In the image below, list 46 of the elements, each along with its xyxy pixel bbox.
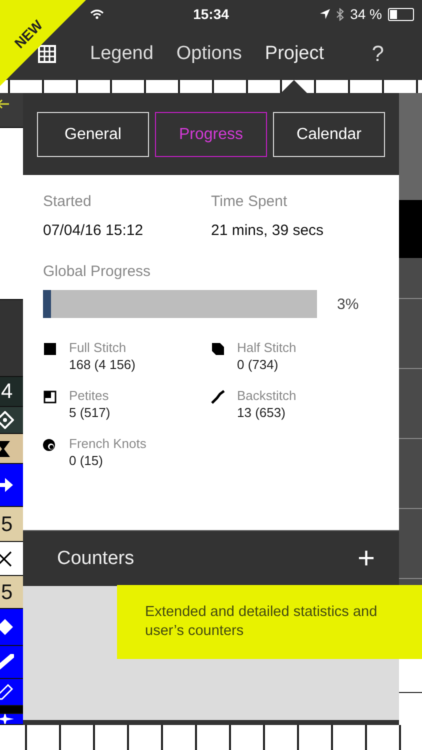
help-button[interactable]: ?: [372, 41, 384, 67]
tab[interactable]: Calendar: [273, 112, 385, 157]
knot-icon: [43, 438, 57, 452]
symbol-label: 5: [1, 514, 13, 534]
add-button[interactable]: +: [357, 542, 375, 576]
status-time: 15:34: [193, 6, 229, 22]
stitch-name: Full Stitch: [69, 340, 128, 355]
stitch-count: 13 (653): [237, 405, 286, 420]
stitch-count: 0 (15): [69, 453, 104, 468]
square-icon: [43, 342, 57, 356]
octagon-icon: [211, 342, 225, 356]
diamond-icon: [0, 411, 14, 429]
wifi-icon: [90, 9, 104, 19]
callout-text: Extended and detailed statistics and user’s counters: [145, 603, 378, 641]
diamond-icon: [0, 618, 14, 636]
battery-icon: [388, 8, 414, 20]
field-label: Global Progress: [43, 263, 152, 280]
pencil-icon: [0, 683, 14, 701]
field-label: Started: [43, 193, 92, 210]
stroke-icon: [211, 390, 225, 404]
bluetooth-icon: [336, 8, 344, 20]
field-value: 21 mins, 39 secs: [211, 222, 325, 239]
stitch-name: Backstitch: [237, 388, 296, 403]
field-label: Time Spent: [211, 193, 288, 210]
stitch-count: 0 (734): [237, 357, 280, 372]
location-icon: [320, 9, 330, 19]
symbol-label: 5: [1, 582, 13, 602]
section-title: Counters: [57, 548, 134, 570]
slash-icon: [0, 654, 14, 670]
quarter-square-icon: [43, 390, 57, 404]
hourglass-icon: [0, 440, 10, 456]
field-value: 07/04/16 15:12: [43, 222, 144, 239]
stitch-name: Petites: [69, 388, 110, 403]
back-arrow-icon[interactable]: [0, 99, 10, 109]
progress-reading: 3%: [337, 296, 359, 312]
stitch-name: French Knots: [69, 436, 146, 451]
stitch-name: Half Stitch: [237, 340, 296, 355]
symbol-label: 4: [1, 381, 13, 402]
arrow-icon: [0, 477, 14, 493]
nav-item[interactable]: Legend: [90, 39, 154, 69]
cross-icon: [0, 550, 12, 566]
nav-item[interactable]: Options: [176, 39, 242, 69]
battery-percent: 34 %: [350, 6, 382, 22]
stitch-count: 168 (4 156): [69, 357, 136, 372]
tab[interactable]: General: [37, 112, 149, 157]
stitch-count: 5 (517): [69, 405, 110, 420]
